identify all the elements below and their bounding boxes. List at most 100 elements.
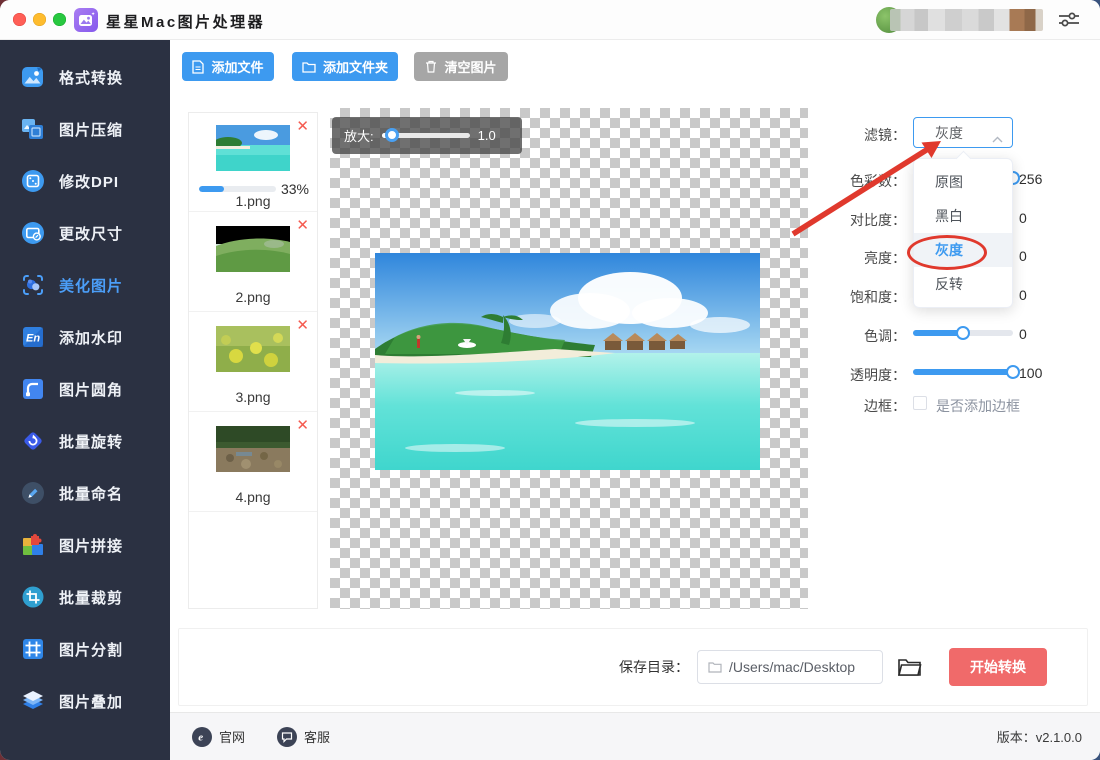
batch-rotate-icon bbox=[20, 428, 46, 454]
border-label: 边框： bbox=[818, 396, 906, 416]
delete-file-icon[interactable]: ✕ bbox=[296, 318, 309, 333]
website-icon: e bbox=[192, 727, 212, 747]
sidebar-item-label: 图片圆角 bbox=[59, 379, 123, 400]
zoom-slider[interactable] bbox=[382, 133, 470, 138]
border-checkbox-label: 是否添加边框 bbox=[936, 396, 1020, 416]
sidebar-item-format-convert[interactable]: 格式转换 bbox=[0, 51, 170, 103]
file-icon bbox=[192, 60, 204, 74]
hue-slider[interactable] bbox=[913, 330, 1013, 336]
saturation-value: 0 bbox=[1019, 287, 1079, 303]
folder-open-icon bbox=[897, 656, 923, 678]
svg-text:e: e bbox=[198, 732, 203, 744]
brightness-value: 0 bbox=[1019, 248, 1079, 264]
app-title: 星星Mac图片处理器 bbox=[106, 11, 265, 32]
clear-images-button[interactable]: 清空图片 bbox=[414, 52, 508, 81]
close-button[interactable] bbox=[13, 13, 26, 26]
sidebar-item-label: 图片分割 bbox=[59, 639, 123, 660]
customer-service-link[interactable]: 客服 bbox=[277, 727, 330, 747]
filter-dropdown-menu: 原图 黑白 灰度 反转 bbox=[913, 158, 1013, 308]
sidebar-item-resize[interactable]: 更改尺寸 bbox=[0, 207, 170, 259]
opacity-label: 透明度： bbox=[818, 365, 906, 385]
file-item[interactable]: ✕ 2.png bbox=[189, 212, 317, 312]
sidebar-item-round-corner[interactable]: 图片圆角 bbox=[0, 363, 170, 415]
footer: e 官网 客服 版本：v2.1.0.0 bbox=[170, 712, 1100, 760]
preview-image-beach bbox=[375, 253, 760, 470]
format-convert-icon bbox=[20, 64, 46, 90]
file-list: ✕ 33% 1.png ✕ 2.png ✕ 3.png ✕ bbox=[188, 112, 318, 609]
browse-folder-button[interactable] bbox=[897, 656, 923, 678]
trash-icon bbox=[425, 60, 437, 73]
titlebar: ✦ 星星Mac图片处理器 bbox=[0, 0, 1100, 40]
sidebar: 格式转换 图片压缩 修改DPI 更改尺寸 美化图片 En 添加水印 图片圆角 批 bbox=[0, 40, 170, 760]
sidebar-item-label: 格式转换 bbox=[59, 67, 123, 88]
add-folder-button[interactable]: 添加文件夹 bbox=[292, 52, 398, 81]
thumbnail-flowers bbox=[216, 326, 290, 372]
file-item[interactable]: ✕ 33% 1.png bbox=[189, 113, 317, 212]
svg-text:En: En bbox=[26, 333, 40, 345]
official-site-link[interactable]: e 官网 bbox=[192, 727, 245, 747]
delete-file-icon[interactable]: ✕ bbox=[296, 119, 309, 134]
delete-file-icon[interactable]: ✕ bbox=[296, 418, 309, 433]
image-stitch-icon bbox=[20, 532, 46, 558]
dropdown-option-invert[interactable]: 反转 bbox=[914, 267, 1012, 301]
sidebar-item-batch-crop[interactable]: 批量裁剪 bbox=[0, 571, 170, 623]
file-name: 3.png bbox=[189, 389, 317, 405]
file-name: 2.png bbox=[189, 289, 317, 305]
opacity-slider-handle[interactable] bbox=[1006, 365, 1020, 379]
sidebar-item-label: 批量旋转 bbox=[59, 431, 123, 452]
svg-text:✦: ✦ bbox=[91, 12, 95, 18]
minimize-button[interactable] bbox=[33, 13, 46, 26]
dropdown-option-grayscale[interactable]: 灰度 bbox=[914, 233, 1012, 267]
add-file-button[interactable]: 添加文件 bbox=[182, 52, 274, 81]
zoom-slider-handle[interactable] bbox=[385, 128, 399, 142]
start-convert-button[interactable]: 开始转换 bbox=[949, 648, 1047, 686]
settings-sliders-icon[interactable] bbox=[1056, 9, 1082, 36]
file-item[interactable]: ✕ 3.png bbox=[189, 312, 317, 412]
dropdown-option-bw[interactable]: 黑白 bbox=[914, 199, 1012, 233]
file-name: 1.png bbox=[189, 193, 317, 209]
hue-slider-handle[interactable] bbox=[956, 326, 970, 340]
zoom-label: 放大: bbox=[344, 126, 374, 145]
sidebar-item-dpi[interactable]: 修改DPI bbox=[0, 155, 170, 207]
modify-dpi-icon bbox=[20, 168, 46, 194]
sidebar-item-overlay[interactable]: 图片叠加 bbox=[0, 675, 170, 727]
image-split-icon bbox=[20, 636, 46, 662]
image-compress-icon bbox=[20, 116, 46, 142]
contrast-label: 对比度： bbox=[818, 210, 906, 230]
sidebar-item-label: 批量命名 bbox=[59, 483, 123, 504]
file-name: 4.png bbox=[189, 489, 317, 505]
colors-label: 色彩数： bbox=[818, 171, 906, 191]
opacity-slider[interactable] bbox=[913, 369, 1013, 375]
sidebar-item-label: 修改DPI bbox=[59, 171, 119, 192]
preview-canvas[interactable]: 放大: 1.0 bbox=[330, 108, 808, 609]
zoom-control: 放大: 1.0 bbox=[332, 117, 522, 154]
delete-file-icon[interactable]: ✕ bbox=[296, 218, 309, 233]
image-overlay-icon bbox=[20, 688, 46, 714]
file-item[interactable]: ✕ 4.png bbox=[189, 412, 317, 512]
fullscreen-button[interactable] bbox=[53, 13, 66, 26]
border-checkbox[interactable] bbox=[913, 396, 927, 410]
sidebar-item-watermark[interactable]: En 添加水印 bbox=[0, 311, 170, 363]
filter-select[interactable]: 灰度 bbox=[913, 117, 1013, 148]
sidebar-item-compress[interactable]: 图片压缩 bbox=[0, 103, 170, 155]
opacity-value: 100 bbox=[1019, 365, 1079, 381]
zoom-value: 1.0 bbox=[478, 128, 496, 143]
version-label: 版本：v2.1.0.0 bbox=[997, 727, 1082, 746]
sidebar-item-beautify[interactable]: 美化图片 bbox=[0, 259, 170, 311]
round-corner-icon bbox=[20, 376, 46, 402]
sidebar-item-batch-rotate[interactable]: 批量旋转 bbox=[0, 415, 170, 467]
sidebar-item-label: 图片拼接 bbox=[59, 535, 123, 556]
save-dir-input[interactable]: /Users/mac/Desktop bbox=[697, 650, 883, 684]
chevron-up-icon bbox=[992, 130, 1003, 148]
sidebar-item-batch-rename[interactable]: 批量命名 bbox=[0, 467, 170, 519]
dropdown-option-original[interactable]: 原图 bbox=[914, 165, 1012, 199]
save-dir-path: /Users/mac/Desktop bbox=[729, 659, 855, 675]
sidebar-item-label: 图片叠加 bbox=[59, 691, 123, 712]
bottom-bar: 保存目录： /Users/mac/Desktop 开始转换 bbox=[178, 628, 1088, 706]
sidebar-item-stitch[interactable]: 图片拼接 bbox=[0, 519, 170, 571]
thumbnail-forest-stream bbox=[216, 426, 290, 472]
thumbnail-beach bbox=[216, 125, 290, 171]
batch-rename-icon bbox=[20, 480, 46, 506]
folder-icon bbox=[302, 61, 316, 73]
sidebar-item-split[interactable]: 图片分割 bbox=[0, 623, 170, 675]
